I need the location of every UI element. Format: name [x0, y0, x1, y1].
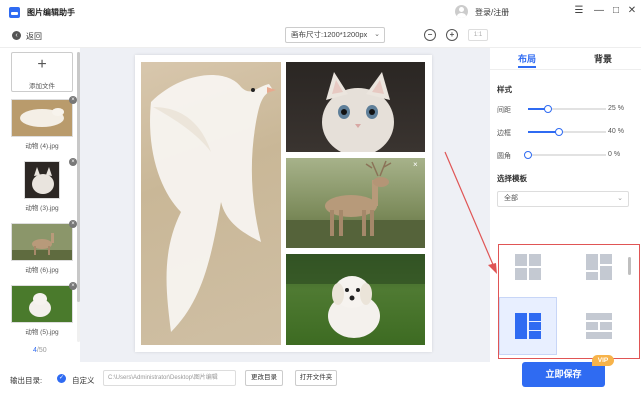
tab-divider [490, 69, 641, 70]
grid-4-icon [515, 254, 541, 280]
style-section-title: 样式 [497, 85, 512, 94]
collage-cell-dog[interactable] [286, 254, 425, 345]
output-path-input[interactable]: C:\Users\Administrator\Desktop\图片编辑 [103, 370, 236, 386]
thumbnail-deer [11, 223, 73, 261]
radius-value: 0 % [608, 151, 621, 158]
thumbnail-dog [11, 285, 73, 323]
file-name: 动物 (3).jpg [25, 205, 59, 212]
layout-option-one-left-three-right[interactable] [499, 297, 557, 355]
close-icon[interactable]: ✕ [625, 4, 639, 18]
file-name: 动物 (6).jpg [25, 267, 59, 274]
layout-mixed-icon [586, 254, 612, 280]
cell-close-icon[interactable]: × [413, 160, 418, 169]
ratio-button[interactable]: 1:1 [468, 29, 488, 41]
login-link[interactable]: 登录/注册 [475, 7, 509, 18]
layout-scrollbar[interactable] [628, 257, 631, 275]
app-logo-icon [9, 7, 20, 18]
tab-background[interactable]: 背景 [594, 52, 612, 65]
plus-icon: + [37, 56, 47, 73]
tab-layout[interactable]: 布局 [518, 52, 536, 65]
canvas-size-select[interactable]: 画布尺寸:1200*1200px ⌄ [285, 27, 385, 43]
custom-label[interactable]: 自定义 [72, 375, 95, 386]
file-item[interactable]: × 动物 (5).jpg [11, 282, 77, 336]
thumbnail-dove [11, 99, 73, 137]
collage-cell-cat[interactable] [286, 62, 425, 152]
remove-file-icon[interactable]: × [69, 158, 77, 166]
layout-option-rows[interactable] [570, 297, 628, 355]
remove-file-icon[interactable]: × [69, 282, 77, 290]
radius-slider[interactable] [524, 151, 606, 159]
canvas-size-value: 画布尺寸:1200*1200px [291, 30, 368, 39]
open-folder-button[interactable]: 打开文件夹 [295, 370, 337, 386]
add-file-label: 添加文件 [29, 83, 55, 90]
radius-label: 圆角 [497, 153, 511, 160]
thumbnail-cat [24, 161, 60, 199]
back-button[interactable]: 返回 [26, 31, 42, 42]
change-dir-button[interactable]: 更改目录 [245, 370, 283, 386]
slider-knob[interactable] [524, 151, 532, 159]
border-value: 40 % [608, 128, 624, 135]
menu-icon[interactable]: ☰ [572, 4, 586, 18]
file-count: 4/50 [33, 347, 47, 354]
maximize-icon[interactable]: □ [609, 4, 623, 18]
remove-file-icon[interactable]: × [69, 220, 77, 228]
file-item[interactable]: × 动物 (4).jpg [11, 96, 77, 150]
file-name: 动物 (4).jpg [25, 143, 59, 150]
layout-option-grid-4[interactable] [499, 238, 557, 296]
title-bar: 图片编辑助手 登录/注册 ☰ — □ ✕ [0, 0, 641, 24]
template-section-title: 选择模板 [497, 174, 527, 183]
add-file-button[interactable]: + 添加文件 [11, 52, 73, 92]
slider-knob[interactable] [543, 105, 552, 113]
app-title: 图片编辑助手 [27, 8, 75, 17]
remove-file-icon[interactable]: × [69, 96, 77, 104]
toolbar: ‹ 返回 画布尺寸:1200*1200px ⌄ − + 1:1 [0, 24, 641, 48]
chevron-down-icon: ⌄ [617, 195, 623, 202]
collage-cell-dove[interactable] [141, 62, 281, 345]
layout-one-three-icon [515, 313, 541, 339]
zoom-in-icon[interactable]: + [446, 29, 458, 41]
template-select-value: 全部 [504, 195, 518, 202]
border-slider[interactable] [528, 128, 606, 136]
layout-option-mixed[interactable] [570, 238, 628, 296]
spacing-value: 25 % [608, 105, 624, 112]
template-select[interactable]: 全部 ⌄ [497, 191, 629, 207]
check-icon[interactable]: ✓ [57, 374, 66, 383]
chevron-down-icon: ⌄ [374, 31, 380, 38]
file-item[interactable]: × 动物 (3).jpg [11, 158, 77, 212]
tab-indicator [518, 66, 536, 68]
collage-cell-deer[interactable] [286, 158, 425, 248]
minimize-icon[interactable]: — [592, 4, 606, 18]
zoom-out-icon[interactable]: − [424, 29, 436, 41]
border-label: 边框 [497, 130, 511, 137]
spacing-slider[interactable] [528, 105, 606, 113]
spacing-label: 间距 [497, 107, 511, 114]
avatar[interactable] [455, 5, 468, 18]
output-dir-label: 输出目录: [10, 376, 43, 385]
layout-rows-icon [586, 313, 612, 339]
file-name: 动物 (5).jpg [25, 329, 59, 336]
back-icon[interactable]: ‹ [12, 31, 21, 40]
file-item[interactable]: × 动物 (6).jpg [11, 220, 77, 274]
vip-badge: VIP [592, 355, 614, 366]
